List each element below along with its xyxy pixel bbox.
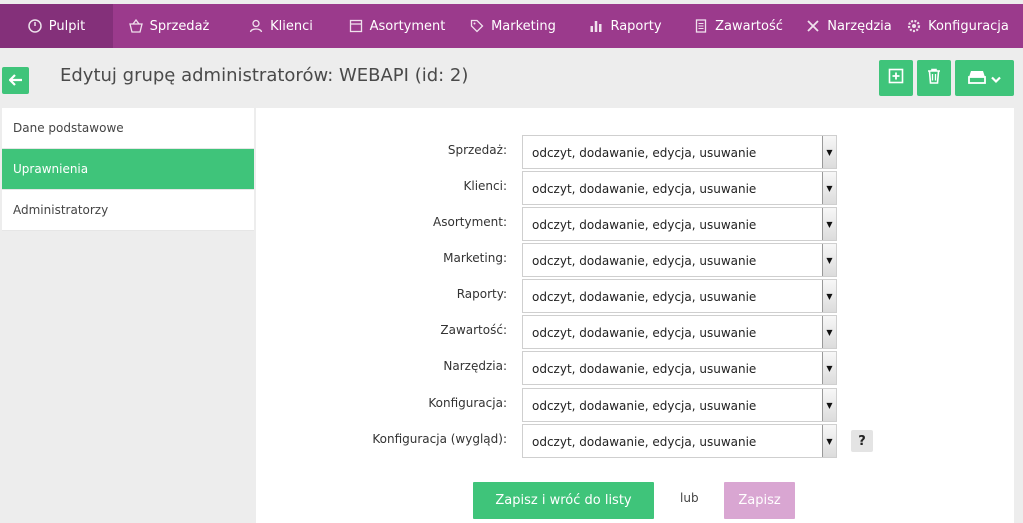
permission-row-marketing: Marketing: odczyt, dodawanie, edycja, us… [256,243,1016,277]
sidebar: Dane podstawowe Uprawnienia Administrato… [2,108,254,231]
nav-item-pulpit[interactable]: Pulpit [0,4,113,48]
permission-select-marketing[interactable]: odczyt, dodawanie, edycja, usuwanie ▼ [522,243,837,277]
permission-label: Raporty: [456,287,507,301]
users-icon [249,19,263,33]
permissions-panel: Sprzedaż: odczyt, dodawanie, edycja, usu… [256,108,1014,523]
nav-item-asortyment[interactable]: Asortyment [337,4,457,48]
save-button[interactable]: Zapisz [724,482,795,519]
nav-label: Sprzedaż [149,18,210,34]
nav-item-konfiguracja[interactable]: Konfiguracja [903,4,1013,48]
back-button[interactable] [2,67,29,94]
permission-row-konfiguracja: Konfiguracja: odczyt, dodawanie, edycja,… [256,388,1016,422]
select-value: odczyt, dodawanie, edycja, usuwanie [532,435,757,449]
select-value: odczyt, dodawanie, edycja, usuwanie [532,146,757,160]
nav-item-marketing[interactable]: Marketing [457,4,569,48]
permission-label: Konfiguracja (wygląd): [372,432,507,446]
permission-select-konfiguracja-wyglad[interactable]: odczyt, dodawanie, edycja, usuwanie ▼ [522,424,837,458]
select-value: odczyt, dodawanie, edycja, usuwanie [532,218,757,232]
box-icon [349,19,363,33]
save-and-back-button[interactable]: Zapisz i wróć do listy [473,482,654,519]
permission-row-narzedzia: Narzędzia: odczyt, dodawanie, edycja, us… [256,351,1016,385]
select-value: odczyt, dodawanie, edycja, usuwanie [532,362,757,376]
permission-row-konfiguracja-wyglad: Konfiguracja (wygląd): odczyt, dodawanie… [256,424,1016,458]
nav-label: Marketing [491,18,556,34]
dropdown-arrow-icon[interactable]: ▼ [822,280,836,312]
dropdown-arrow-icon[interactable]: ▼ [822,389,836,421]
nav-label: Asortyment [369,18,446,34]
permission-label: Sprzedaż: [447,143,507,157]
select-value: odczyt, dodawanie, edycja, usuwanie [532,399,757,413]
delete-button[interactable] [917,60,951,96]
bar-chart-icon [589,19,603,33]
sidebar-item-uprawnienia[interactable]: Uprawnienia [2,149,254,190]
permission-select-raporty[interactable]: odczyt, dodawanie, edycja, usuwanie ▼ [522,279,837,313]
printer-icon [968,69,986,88]
more-actions-dropdown[interactable] [955,60,1014,96]
basket-icon [128,19,143,33]
plus-square-icon [888,68,904,88]
nav-item-sprzedaz[interactable]: Sprzedaż [113,4,225,48]
permission-row-raporty: Raporty: odczyt, dodawanie, edycja, usuw… [256,279,1016,313]
permission-select-asortyment[interactable]: odczyt, dodawanie, edycja, usuwanie ▼ [522,207,837,241]
nav-label: Zawartość [715,18,783,34]
gear-icon [907,19,921,33]
tools-icon [806,19,820,33]
dropdown-arrow-icon[interactable]: ▼ [822,136,836,168]
nav-label: Narzędzia [827,18,892,34]
select-value: odczyt, dodawanie, edycja, usuwanie [532,182,757,196]
permission-row-sprzedaz: Sprzedaż: odczyt, dodawanie, edycja, usu… [256,135,1016,169]
select-value: odczyt, dodawanie, edycja, usuwanie [532,326,757,340]
add-button[interactable] [879,60,913,96]
nav-item-zawartosc[interactable]: Zawartość [682,4,795,48]
tag-icon [470,19,484,33]
page-title: Edytuj grupę administratorów: WEBAPI (id… [60,65,469,86]
select-value: odczyt, dodawanie, edycja, usuwanie [532,254,757,268]
nav-item-raporty[interactable]: Raporty [569,4,682,48]
permission-select-klienci[interactable]: odczyt, dodawanie, edycja, usuwanie ▼ [522,171,837,205]
arrow-left-icon [7,71,23,90]
document-icon [694,19,708,33]
dropdown-arrow-icon[interactable]: ▼ [822,244,836,276]
permission-select-zawartosc[interactable]: odczyt, dodawanie, edycja, usuwanie ▼ [522,315,837,349]
dropdown-arrow-icon[interactable]: ▼ [822,352,836,384]
nav-label: Konfiguracja [928,18,1009,34]
permission-select-konfiguracja[interactable]: odczyt, dodawanie, edycja, usuwanie ▼ [522,388,837,422]
permission-label: Asortyment: [433,215,507,229]
dashboard-icon [28,19,42,33]
chevron-down-icon [991,69,1001,88]
nav-label: Pulpit [48,18,86,34]
permission-label: Klienci: [463,179,508,193]
permission-label: Marketing: [443,251,507,265]
permission-row-asortyment: Asortyment: odczyt, dodawanie, edycja, u… [256,207,1016,241]
dropdown-arrow-icon[interactable]: ▼ [822,425,836,457]
permission-select-sprzedaz[interactable]: odczyt, dodawanie, edycja, usuwanie ▼ [522,135,837,169]
trash-icon [927,68,941,88]
sidebar-item-administratorzy[interactable]: Administratorzy [2,190,254,231]
dropdown-arrow-icon[interactable]: ▼ [822,316,836,348]
top-navigation: Pulpit Sprzedaż Klienci Asortyment Marke… [0,4,1023,48]
nav-item-klienci[interactable]: Klienci [225,4,337,48]
permission-row-zawartosc: Zawartość: odczyt, dodawanie, edycja, us… [256,315,1016,349]
nav-item-narzedzia[interactable]: Narzędzia [795,4,903,48]
dropdown-arrow-icon[interactable]: ▼ [822,172,836,204]
permission-label: Zawartość: [440,323,507,337]
sidebar-item-dane-podstawowe[interactable]: Dane podstawowe [2,108,254,149]
permission-select-narzedzia[interactable]: odczyt, dodawanie, edycja, usuwanie ▼ [522,351,837,385]
dropdown-arrow-icon[interactable]: ▼ [822,208,836,240]
select-value: odczyt, dodawanie, edycja, usuwanie [532,290,757,304]
help-button[interactable]: ? [851,430,873,452]
nav-label: Raporty [610,18,662,34]
permission-label: Konfiguracja: [428,396,507,410]
permission-label: Narzędzia: [443,359,507,373]
or-text: lub [680,491,699,505]
permission-row-klienci: Klienci: odczyt, dodawanie, edycja, usuw… [256,171,1016,205]
nav-label: Klienci [270,18,313,34]
